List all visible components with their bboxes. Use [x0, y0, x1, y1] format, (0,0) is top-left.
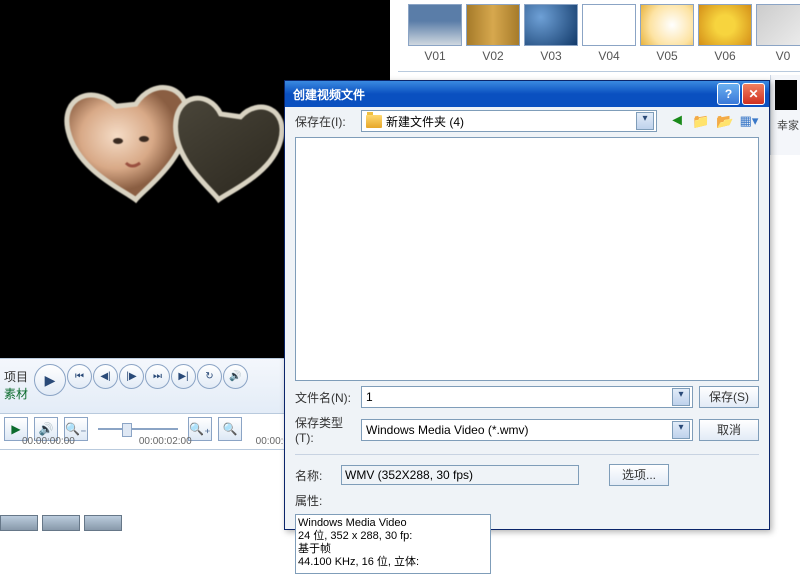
step-fwd-button[interactable]: |▶: [119, 364, 144, 389]
thumb-v03[interactable]: V03: [524, 4, 578, 67]
folder-icon: [366, 115, 382, 128]
thumb-v06[interactable]: V06: [698, 4, 752, 67]
repeat-button[interactable]: ↻: [197, 364, 222, 389]
clip[interactable]: [0, 515, 38, 531]
save-in-combo[interactable]: 新建文件夹 (4): [361, 110, 657, 132]
clip[interactable]: [42, 515, 80, 531]
thumb-v04[interactable]: V04: [582, 4, 636, 67]
right-preview-thumb[interactable]: [775, 80, 797, 110]
up-folder-button[interactable]: 📁: [691, 111, 711, 131]
thumb-v05[interactable]: V05: [640, 4, 694, 67]
properties-box: Windows Media Video 24 位, 352 x 288, 30 …: [295, 514, 491, 574]
save-dialog: 创建视频文件 ? ✕ 保存在(I): 新建文件夹 (4) ◄ 📁 📂 ▦▾ 文件…: [284, 80, 770, 530]
prev-clip-button[interactable]: ⏮: [67, 364, 92, 389]
dialog-titlebar[interactable]: 创建视频文件 ? ✕: [285, 81, 769, 107]
options-button[interactable]: 选项...: [609, 464, 669, 486]
new-folder-button[interactable]: 📂: [715, 111, 735, 131]
back-button[interactable]: ◄: [667, 111, 687, 131]
format-name-field: WMV (352X288, 30 fps): [341, 465, 579, 485]
folder-name: 新建文件夹 (4): [386, 113, 464, 130]
project-label[interactable]: 项目: [4, 368, 28, 385]
play-button[interactable]: ▶: [34, 364, 66, 396]
filetype-combo[interactable]: Windows Media Video (*.wmv): [361, 419, 693, 441]
thumb-v02[interactable]: V02: [466, 4, 520, 67]
right-preview-label: 幸家: [777, 117, 799, 133]
cancel-button[interactable]: 取消: [699, 419, 759, 441]
name-label: 名称:: [295, 467, 335, 484]
step-back-button[interactable]: ◀|: [93, 364, 118, 389]
props-label: 属性:: [295, 492, 335, 509]
source-labels: 项目 素材: [4, 368, 28, 402]
close-button[interactable]: ✕: [742, 83, 765, 105]
dialog-title: 创建视频文件: [293, 86, 715, 103]
filetype-label: 保存类型(T):: [295, 414, 355, 445]
filename-label: 文件名(N):: [295, 389, 355, 406]
timeline-clips: [0, 515, 130, 530]
timeline-ruler: 00:00:00:00 00:00:02:00 00:00:04:00: [22, 436, 308, 447]
clip[interactable]: [84, 515, 122, 531]
filename-input[interactable]: 1: [361, 386, 693, 408]
view-menu-button[interactable]: ▦▾: [739, 111, 759, 131]
help-button[interactable]: ?: [717, 83, 740, 105]
save-in-label: 保存在(I):: [295, 113, 355, 130]
source-label[interactable]: 素材: [4, 385, 28, 402]
preview-content: [60, 75, 300, 245]
template-thumbnails: V01 V02 V03 V04 V05 V06 V0: [398, 0, 800, 72]
next-clip-button[interactable]: ⏭: [145, 364, 170, 389]
zoom-slider[interactable]: [98, 428, 178, 430]
thumb-v01[interactable]: V01: [408, 4, 462, 67]
file-list[interactable]: [295, 137, 759, 381]
save-button[interactable]: 保存(S): [699, 386, 759, 408]
volume-button[interactable]: 🔊: [223, 364, 248, 389]
thumb-v07[interactable]: V0: [756, 4, 800, 67]
end-button[interactable]: ▶|: [171, 364, 196, 389]
